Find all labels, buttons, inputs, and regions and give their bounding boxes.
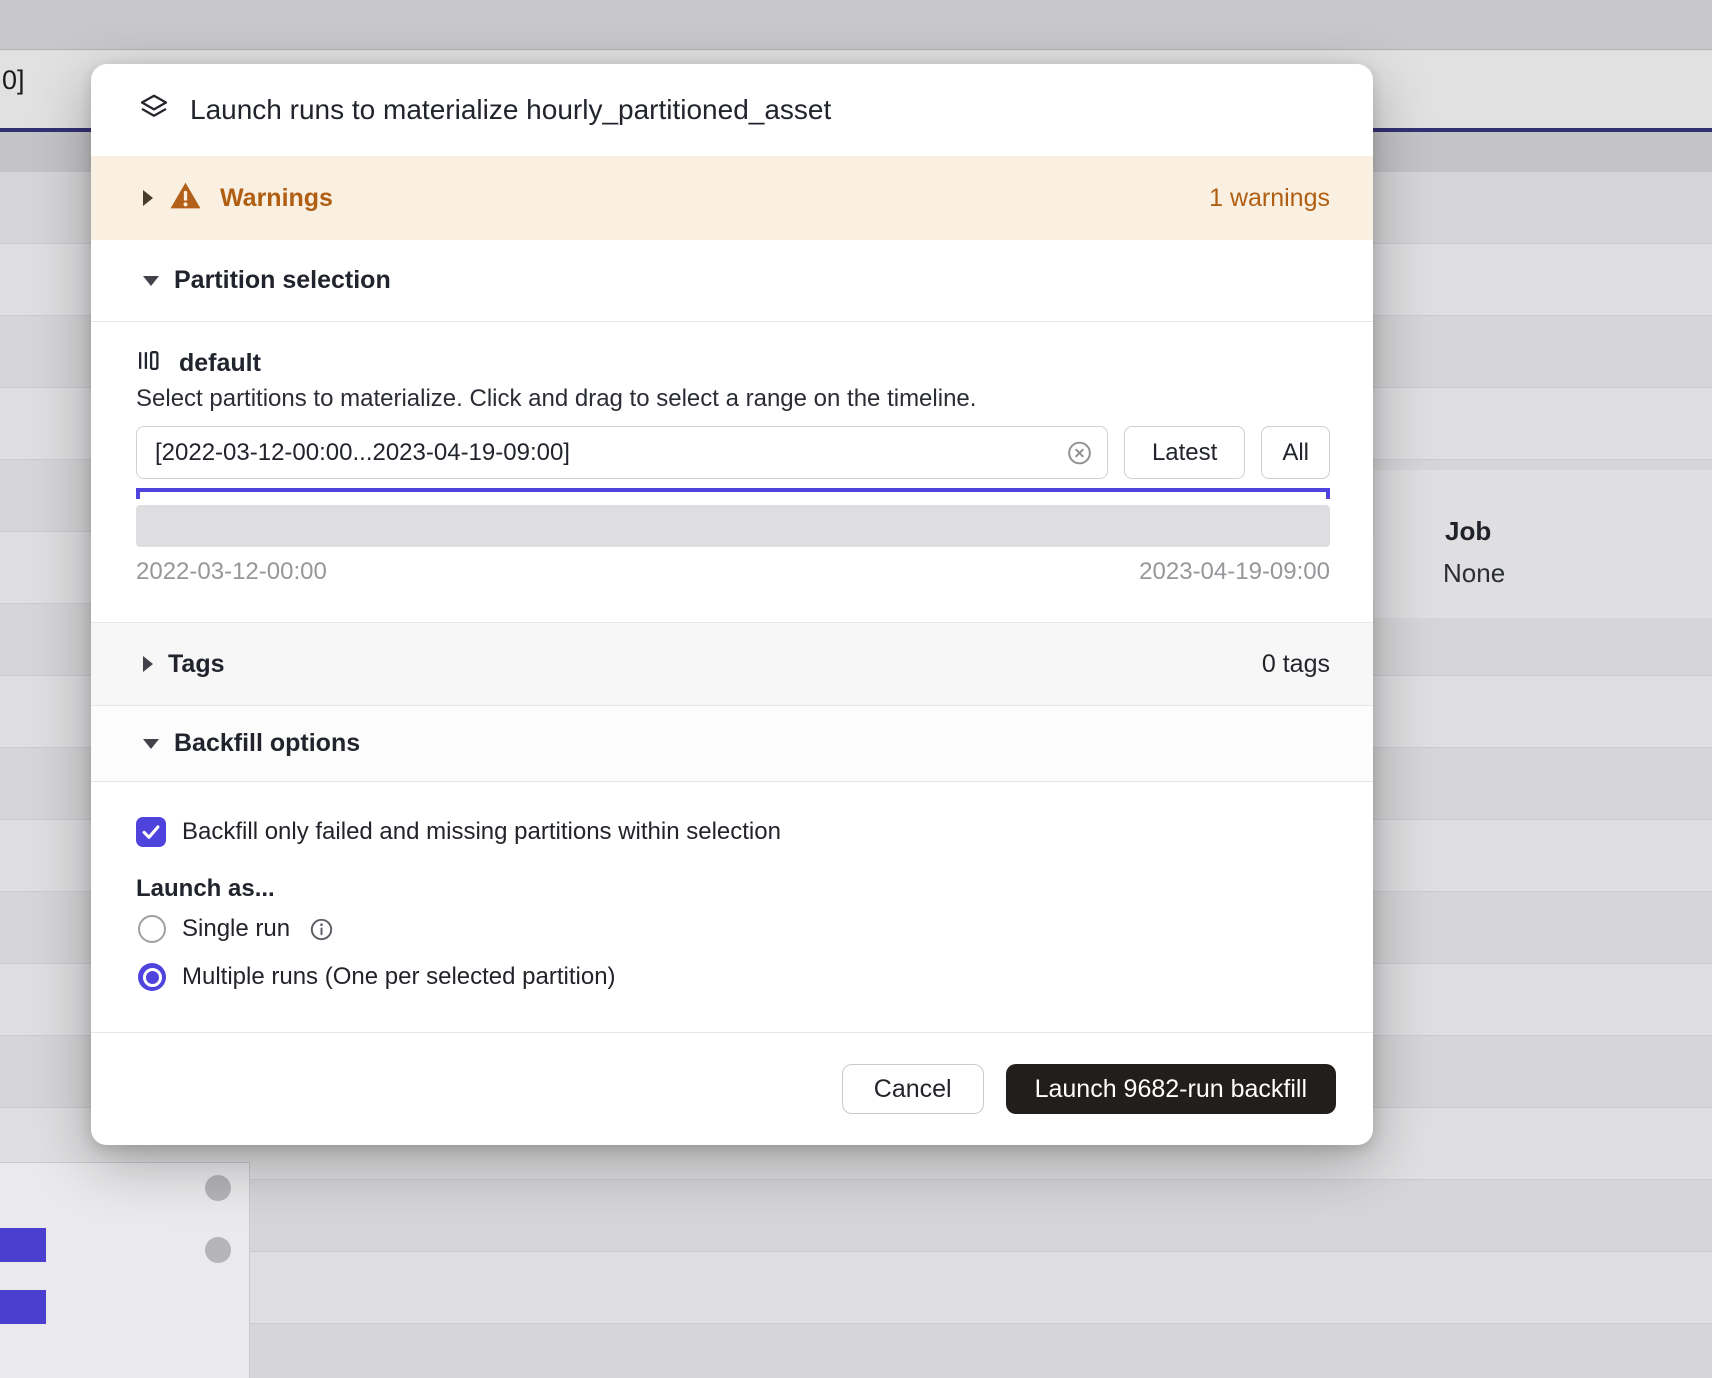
partition-selection-body: default Select partitions to materialize… bbox=[91, 322, 1373, 622]
warnings-section-toggle[interactable]: Warnings 1 warnings bbox=[91, 156, 1373, 240]
tags-count: 0 tags bbox=[1262, 650, 1330, 679]
backfill-options-toggle[interactable]: Backfill options bbox=[91, 706, 1373, 782]
partition-range-input-wrap bbox=[136, 426, 1108, 479]
checkbox-label: Backfill only failed and missing partiti… bbox=[182, 818, 781, 846]
partition-dimension-icon bbox=[136, 348, 161, 378]
dialog-footer: Cancel Launch 9682-run backfill bbox=[91, 1032, 1373, 1145]
launch-backfill-button[interactable]: Launch 9682-run backfill bbox=[1006, 1064, 1336, 1114]
clear-input-icon[interactable] bbox=[1066, 439, 1093, 466]
multiple-runs-label: Multiple runs (One per selected partitio… bbox=[182, 963, 616, 991]
tags-section-toggle[interactable]: Tags 0 tags bbox=[91, 622, 1373, 706]
materialize-icon bbox=[138, 92, 170, 129]
dialog-title: Launch runs to materialize hourly_partit… bbox=[190, 94, 831, 126]
partition-dimension-name: default bbox=[179, 349, 261, 378]
backfill-failed-missing-checkbox[interactable] bbox=[136, 817, 166, 847]
caret-right-icon bbox=[143, 656, 153, 672]
caret-right-icon bbox=[143, 190, 153, 206]
timeline-labels: 2022-03-12-00:00 2023-04-19-09:00 bbox=[136, 558, 1330, 586]
single-run-option[interactable]: Single run bbox=[136, 906, 1330, 952]
single-run-label: Single run bbox=[182, 915, 290, 943]
partition-selection-toggle[interactable]: Partition selection bbox=[91, 240, 1373, 322]
warnings-label: Warnings bbox=[220, 184, 333, 213]
latest-button[interactable]: Latest bbox=[1124, 426, 1245, 479]
backfill-options-body: Backfill only failed and missing partiti… bbox=[91, 782, 1373, 1032]
partition-instructions: Select partitions to materialize. Click … bbox=[136, 384, 1330, 414]
partition-range-input[interactable] bbox=[136, 426, 1108, 479]
launch-as-label: Launch as... bbox=[136, 874, 1330, 904]
info-icon[interactable] bbox=[309, 917, 334, 942]
timeline-end-label: 2023-04-19-09:00 bbox=[1139, 558, 1330, 586]
launch-backfill-dialog: Launch runs to materialize hourly_partit… bbox=[91, 64, 1373, 1145]
warnings-count: 1 warnings bbox=[1209, 184, 1330, 213]
multiple-runs-option[interactable]: Multiple runs (One per selected partitio… bbox=[136, 954, 1330, 1000]
dialog-header: Launch runs to materialize hourly_partit… bbox=[91, 64, 1373, 156]
multiple-runs-radio[interactable] bbox=[138, 963, 166, 991]
warning-icon bbox=[170, 182, 201, 214]
cancel-button[interactable]: Cancel bbox=[842, 1064, 984, 1114]
backfill-failed-missing-row[interactable]: Backfill only failed and missing partiti… bbox=[136, 816, 1330, 848]
tags-title: Tags bbox=[168, 650, 225, 679]
partition-timeline-bar[interactable] bbox=[136, 505, 1330, 547]
backfill-options-title: Backfill options bbox=[174, 729, 360, 758]
timeline-start-label: 2022-03-12-00:00 bbox=[136, 558, 327, 586]
all-button[interactable]: All bbox=[1261, 426, 1330, 479]
caret-down-icon bbox=[143, 276, 159, 286]
caret-down-icon bbox=[143, 739, 159, 749]
partition-range-controls: Latest All bbox=[136, 426, 1330, 479]
selection-range-bracket bbox=[136, 488, 1330, 499]
partition-dimension-row: default bbox=[136, 348, 1330, 378]
partition-selection-title: Partition selection bbox=[174, 266, 391, 295]
single-run-radio[interactable] bbox=[138, 915, 166, 943]
